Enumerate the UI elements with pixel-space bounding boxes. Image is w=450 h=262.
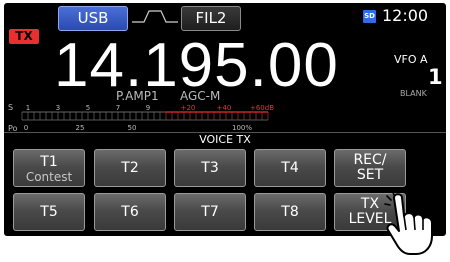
t5-label: T5 — [40, 204, 58, 220]
s-tick-label: +60dB — [250, 104, 274, 112]
t4-label: T4 — [281, 160, 299, 176]
s-tick-label: 3 — [56, 104, 60, 112]
t7-button[interactable]: T7 — [174, 193, 246, 231]
voice-tx-title: VOICE TX — [199, 133, 251, 146]
po-tick-label: 100% — [232, 124, 252, 132]
filter-button[interactable]: FIL2 — [181, 6, 241, 31]
t2-button[interactable]: T2 — [94, 149, 166, 187]
t3-button[interactable]: T3 — [174, 149, 246, 187]
po-tick-label: 0 — [24, 124, 28, 132]
t8-button[interactable]: T8 — [254, 193, 326, 231]
rec-set-label-line1: REC/ — [353, 152, 387, 168]
s-tick-label: 5 — [86, 104, 90, 112]
po-tick-label: 25 — [76, 124, 85, 132]
s-meter-label: S — [8, 103, 13, 112]
po-tick-label: 50 — [128, 124, 137, 132]
t2-label: T2 — [121, 160, 139, 176]
t1-button[interactable]: T1 Contest — [13, 149, 85, 187]
s-tick-label: +40 — [217, 104, 232, 112]
s-tick-label: 9 — [146, 104, 150, 112]
mode-button[interactable]: USB — [58, 6, 128, 31]
vfo-number: 1 — [428, 65, 443, 89]
t1-label: T1 — [40, 154, 58, 170]
t3-label: T3 — [201, 160, 219, 176]
rec-set-button[interactable]: REC/ SET — [334, 149, 406, 187]
s-tick-label: +20 — [181, 104, 196, 112]
t7-label: T7 — [201, 204, 219, 220]
tx-indicator: TX — [9, 29, 39, 44]
blank-label: BLANK — [400, 89, 427, 98]
t8-label: T8 — [281, 204, 299, 220]
s-tick-label: 7 — [116, 104, 120, 112]
clock: 12:00 — [382, 6, 429, 25]
filter-passband-icon — [132, 10, 178, 23]
t1-sublabel: Contest — [25, 170, 73, 184]
rec-set-label-line2: SET — [356, 167, 384, 183]
po-meter-label: Po — [8, 124, 18, 132]
vfo-label: VFO A — [394, 53, 428, 66]
sd-card-icon: SD — [363, 10, 376, 23]
over-s9-band — [166, 112, 268, 120]
pointing-hand-icon — [384, 190, 433, 255]
radio-display: TX USB FIL2 SD 12:00 14.195.00 VFO A 1 B… — [4, 3, 446, 236]
t6-button[interactable]: T6 — [94, 193, 166, 231]
t4-button[interactable]: T4 — [254, 149, 326, 187]
t6-label: T6 — [121, 204, 139, 220]
t5-button[interactable]: T5 — [13, 193, 85, 231]
frequency-readout[interactable]: 14.195.00 — [54, 35, 339, 97]
signal-meter: S 1 3 5 7 9 +20 +40 +60dB Po 0 25 50 100% — [8, 103, 274, 132]
s-tick-label: 1 — [26, 104, 30, 112]
